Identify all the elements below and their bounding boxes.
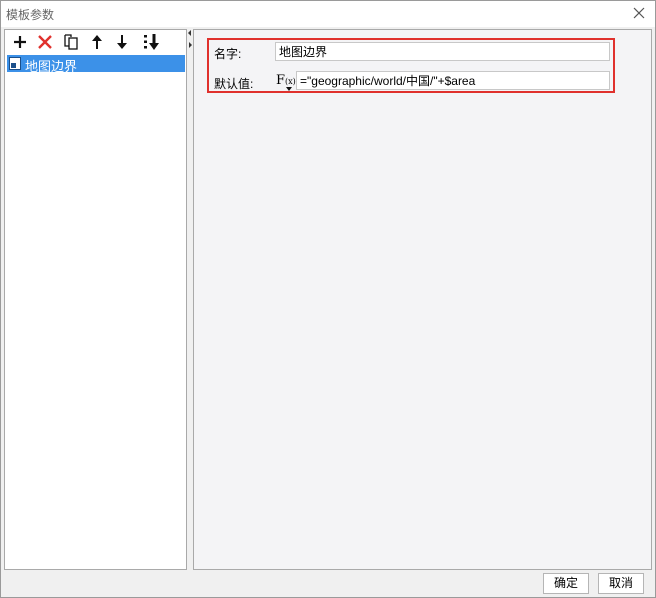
ok-button[interactable]: 确定: [543, 573, 589, 594]
sort-icon: [144, 34, 159, 50]
move-up-icon: [92, 35, 102, 49]
formula-icon: F(x): [276, 73, 296, 88]
delete-icon: [38, 35, 52, 49]
template-parameters-dialog: 模板参数 地图边界 名字: 地图边界 默认值: F(x) ="geographi…: [0, 0, 656, 598]
window-title: 模板参数: [6, 8, 55, 22]
parameter-fields-group: 名字: 默认值: F(x): [207, 38, 615, 93]
tree-item-map-boundary[interactable]: 地图边界: [7, 55, 185, 74]
chevron-down-icon: [286, 87, 292, 91]
move-down-icon: [117, 35, 127, 49]
parameter-list-panel: 地图边界: [4, 29, 187, 570]
default-value-label: 默认值:: [214, 77, 254, 91]
add-icon: [14, 36, 26, 48]
name-label: 名字:: [214, 47, 242, 61]
name-input[interactable]: [275, 42, 610, 61]
copy-icon: [64, 34, 78, 50]
title-bar: 模板参数: [1, 1, 655, 27]
add-button[interactable]: [10, 33, 30, 51]
cancel-button[interactable]: 取消: [598, 573, 644, 594]
parameter-detail-panel: 名字: 默认值: F(x): [193, 29, 652, 570]
delete-button[interactable]: [35, 33, 55, 51]
move-up-button[interactable]: [87, 33, 107, 51]
formula-button[interactable]: F(x): [275, 72, 296, 92]
close-button[interactable]: [631, 5, 647, 21]
tree-item-label: 地图边界: [25, 59, 78, 74]
move-down-button[interactable]: [112, 33, 132, 51]
default-value-input[interactable]: [296, 71, 610, 90]
close-icon: [633, 7, 645, 19]
parameter-icon: [9, 57, 21, 70]
copy-button[interactable]: [61, 33, 81, 51]
parameter-toolbar: [5, 30, 186, 54]
sort-button[interactable]: [141, 33, 161, 51]
